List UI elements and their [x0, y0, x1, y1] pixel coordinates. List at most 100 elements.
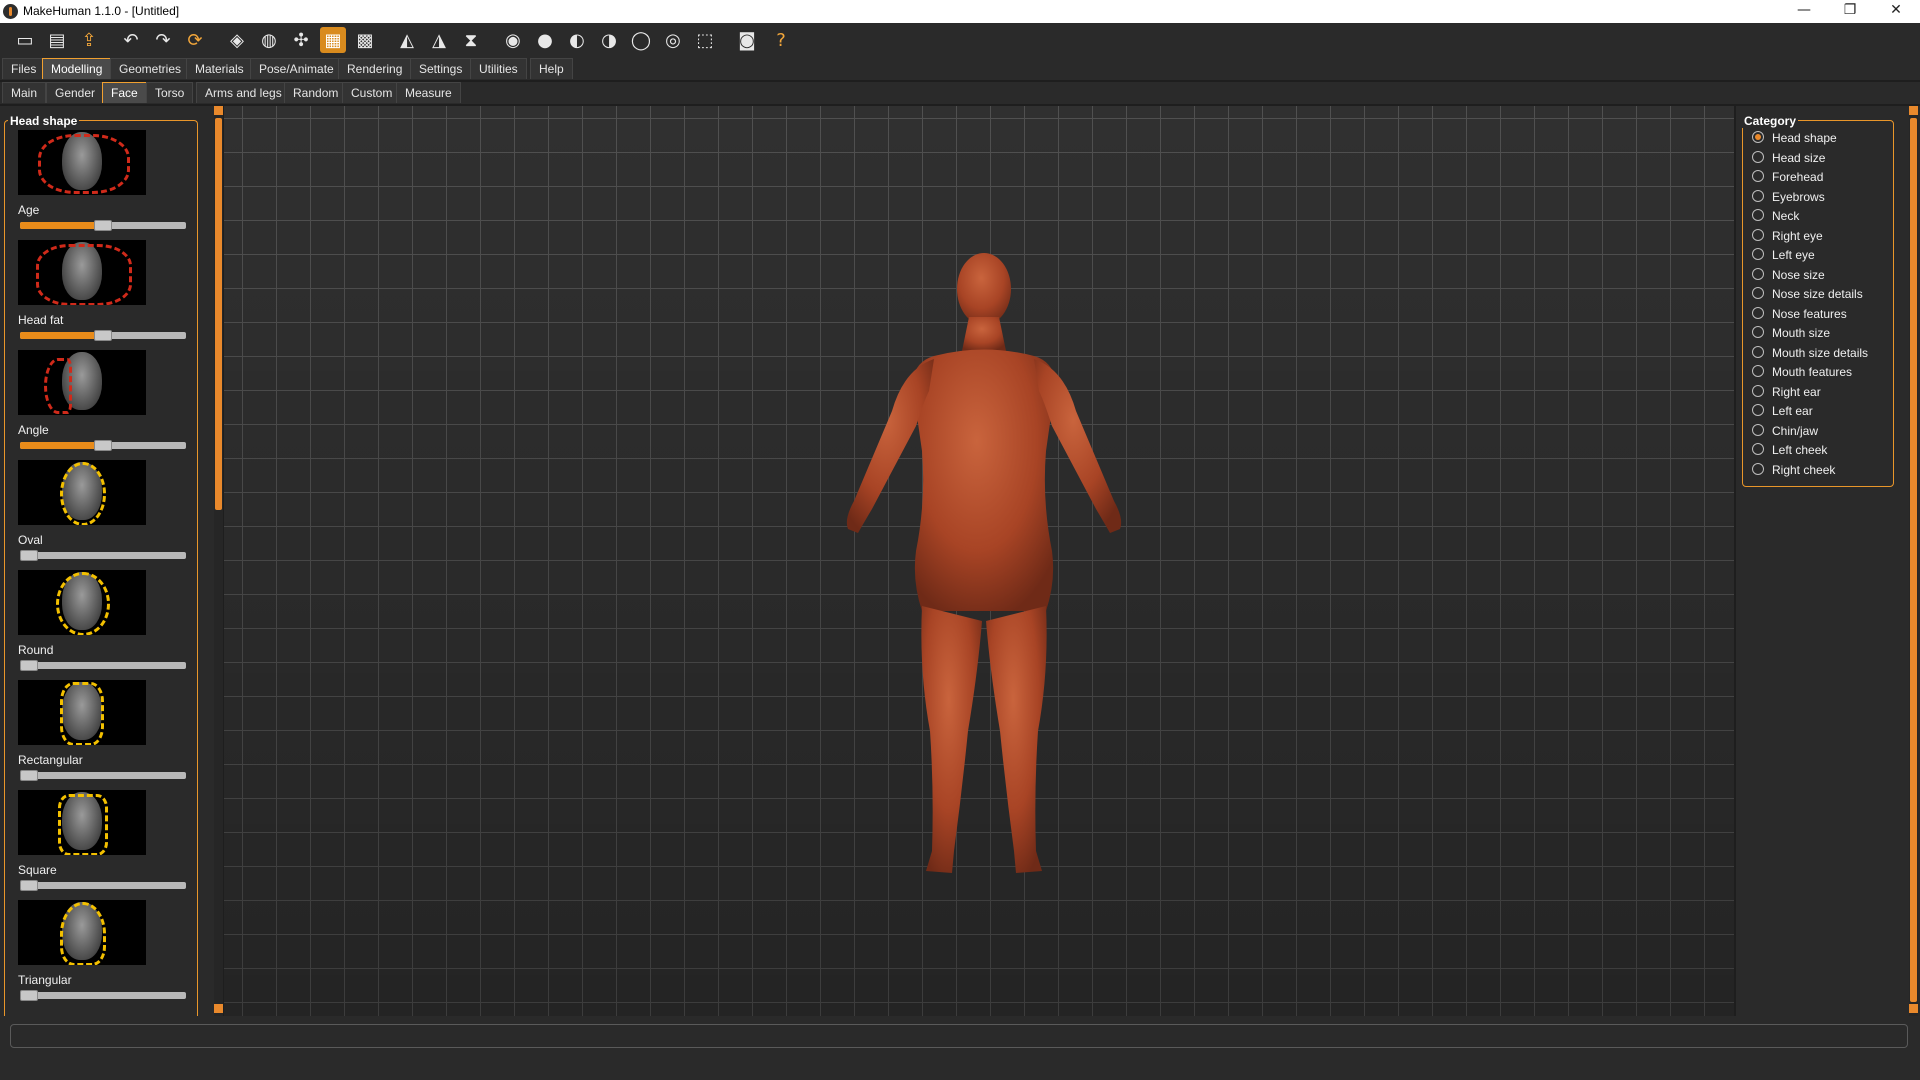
scroll-down-arrow-icon[interactable] — [1909, 1004, 1918, 1013]
restore-button[interactable]: ❐ — [1827, 0, 1873, 23]
tab-materials[interactable]: Materials — [186, 58, 253, 79]
pose-icon[interactable]: ✣ — [288, 27, 314, 53]
symmetry-icon[interactable]: ⧗ — [458, 27, 484, 53]
tab-modelling[interactable]: Modelling — [42, 58, 112, 79]
radio-button-icon[interactable] — [1752, 443, 1764, 455]
category-chin-jaw[interactable]: Chin/jaw — [1752, 423, 1818, 439]
tab-rendering[interactable]: Rendering — [338, 58, 412, 79]
category-head-shape[interactable]: Head shape — [1752, 130, 1837, 146]
slider-track[interactable] — [20, 770, 186, 781]
radio-button-icon[interactable] — [1752, 423, 1764, 436]
tab-utilities[interactable]: Utilities — [470, 58, 527, 79]
3d-viewport[interactable] — [224, 106, 1734, 1016]
radio-button-icon[interactable] — [1752, 287, 1764, 299]
category-left-ear[interactable]: Left ear — [1752, 403, 1813, 419]
slider-handle[interactable] — [94, 220, 112, 231]
category-right-eye[interactable]: Right eye — [1752, 228, 1823, 244]
slider-handle[interactable] — [20, 880, 38, 891]
tab-geometries[interactable]: Geometries — [110, 58, 191, 79]
radio-button-icon[interactable] — [1752, 365, 1764, 377]
tab-settings[interactable]: Settings — [410, 58, 472, 79]
radio-button-icon[interactable] — [1752, 150, 1764, 163]
left-scroll-thumb[interactable] — [215, 118, 222, 510]
radio-button-icon[interactable] — [1752, 345, 1764, 358]
redo-icon[interactable]: ↷ — [150, 27, 176, 53]
left-view-icon[interactable]: ◐ — [564, 27, 590, 53]
radio-button-icon[interactable] — [1752, 404, 1764, 416]
slider-track[interactable] — [20, 880, 186, 891]
slider-track[interactable] — [20, 660, 186, 671]
category-forehead[interactable]: Forehead — [1752, 169, 1823, 185]
screenshot-icon[interactable]: ◙ — [734, 27, 760, 53]
tab-files[interactable]: Files — [2, 58, 46, 79]
category-left-cheek[interactable]: Left cheek — [1752, 442, 1827, 458]
radio-button-icon[interactable] — [1752, 248, 1764, 260]
tab-pose-animate[interactable]: Pose/Animate — [250, 58, 343, 79]
radio-button-icon[interactable] — [1752, 267, 1764, 280]
category-right-ear[interactable]: Right ear — [1752, 384, 1821, 400]
scroll-up-arrow-icon[interactable] — [1909, 106, 1918, 115]
category-eyebrows[interactable]: Eyebrows — [1752, 189, 1825, 205]
reset-icon[interactable]: ⟳ — [182, 27, 208, 53]
category-nose-size-details[interactable]: Nose size details — [1752, 286, 1863, 302]
symmetry-right-icon[interactable]: ◭ — [394, 27, 420, 53]
right-scroll-thumb[interactable] — [1910, 118, 1917, 1002]
radio-button-icon[interactable] — [1752, 228, 1764, 241]
slider-track[interactable] — [20, 550, 186, 561]
human-model[interactable] — [784, 251, 1184, 891]
top-view-icon[interactable]: ◯ — [628, 27, 654, 53]
right-view-icon[interactable]: ◑ — [596, 27, 622, 53]
subtab-arms-and-legs[interactable]: Arms and legs — [196, 82, 291, 103]
slider-handle[interactable] — [94, 440, 112, 451]
new-file-icon[interactable]: ▭ — [12, 27, 38, 53]
subtab-main[interactable]: Main — [2, 82, 47, 103]
slider-track[interactable] — [20, 330, 186, 341]
reset-camera-icon[interactable]: ⬚ — [692, 27, 718, 53]
category-head-size[interactable]: Head size — [1752, 150, 1825, 166]
slider-handle[interactable] — [20, 990, 38, 1001]
tab-help[interactable]: Help — [530, 58, 573, 79]
slider-track[interactable] — [20, 220, 186, 231]
bottom-view-icon[interactable]: ◎ — [660, 27, 686, 53]
radio-button-icon[interactable] — [1752, 170, 1764, 182]
radio-button-icon[interactable] — [1752, 189, 1764, 202]
subtab-random[interactable]: Random — [284, 82, 348, 103]
slider-track[interactable] — [20, 440, 186, 451]
category-nose-size[interactable]: Nose size — [1752, 267, 1825, 283]
scroll-down-arrow-icon[interactable] — [214, 1004, 223, 1013]
save-icon[interactable]: ▤ — [44, 27, 70, 53]
subtab-face[interactable]: Face — [102, 82, 147, 103]
slider-handle[interactable] — [20, 550, 38, 561]
back-view-icon[interactable]: ● — [532, 27, 558, 53]
subtab-torso[interactable]: Torso — [146, 82, 194, 103]
category-right-cheek[interactable]: Right cheek — [1752, 462, 1835, 478]
export-icon[interactable]: ⇪ — [76, 27, 102, 53]
close-button[interactable]: ✕ — [1873, 0, 1919, 23]
checker-icon[interactable]: ▩ — [352, 27, 378, 53]
slider-handle[interactable] — [20, 660, 38, 671]
radio-button-icon[interactable] — [1752, 384, 1764, 397]
slider-handle[interactable] — [20, 770, 38, 781]
category-nose-features[interactable]: Nose features — [1752, 306, 1847, 322]
radio-button-icon[interactable] — [1752, 462, 1764, 475]
category-neck[interactable]: Neck — [1752, 208, 1799, 224]
undo-icon[interactable]: ↶ — [118, 27, 144, 53]
wireframe-icon[interactable]: ◍ — [256, 27, 282, 53]
slider-track[interactable] — [20, 990, 186, 1001]
subtab-gender[interactable]: Gender — [46, 82, 105, 103]
category-mouth-size-details[interactable]: Mouth size details — [1752, 345, 1868, 361]
category-mouth-size[interactable]: Mouth size — [1752, 325, 1830, 341]
symmetry-left-icon[interactable]: ◮ — [426, 27, 452, 53]
radio-button-icon[interactable] — [1752, 209, 1764, 221]
slider-handle[interactable] — [94, 330, 112, 341]
radio-button-icon[interactable] — [1752, 306, 1764, 319]
help-icon[interactable]: ? — [768, 27, 794, 53]
smooth-icon[interactable]: ◈ — [224, 27, 250, 53]
minimize-button[interactable]: — — [1781, 0, 1827, 23]
grid-icon[interactable]: ▦ — [320, 27, 346, 53]
radio-button-icon[interactable] — [1752, 326, 1764, 338]
front-view-icon[interactable]: ◉ — [500, 27, 526, 53]
category-mouth-features[interactable]: Mouth features — [1752, 364, 1852, 380]
right-panel-scrollbar[interactable] — [1909, 106, 1918, 1016]
subtab-measure[interactable]: Measure — [396, 82, 461, 103]
